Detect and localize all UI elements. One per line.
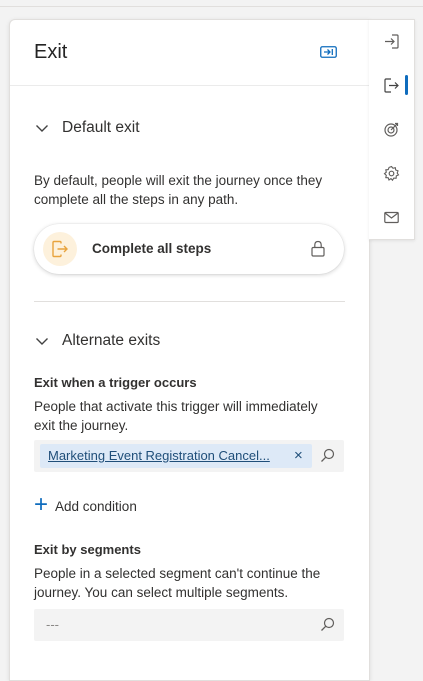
default-exit-heading: Default exit bbox=[62, 119, 140, 136]
collapse-panel-button[interactable] bbox=[317, 42, 339, 62]
segment-picker[interactable]: --- bbox=[34, 609, 344, 641]
complete-all-steps-card: Complete all steps bbox=[34, 224, 344, 274]
remove-tag-icon[interactable]: × bbox=[294, 447, 303, 464]
segments-label: Exit by segments bbox=[34, 542, 141, 557]
mail-icon bbox=[384, 211, 399, 223]
gear-icon bbox=[383, 165, 400, 181]
trigger-picker[interactable]: Marketing Event Registration Cancel... × bbox=[34, 440, 344, 472]
add-icon: + bbox=[34, 491, 49, 518]
chevron-down-icon bbox=[36, 125, 48, 132]
sign-out-icon bbox=[384, 77, 399, 93]
header-divider bbox=[10, 85, 369, 86]
step-label: Complete all steps bbox=[92, 241, 212, 256]
alternate-exits-section-toggle[interactable]: Alternate exits bbox=[34, 332, 160, 350]
default-exit-description: By default, people will exit the journey… bbox=[34, 173, 323, 207]
exit-panel: Exit Default exit By default, people wil… bbox=[9, 19, 370, 681]
sign-in-icon bbox=[385, 33, 399, 49]
top-bar bbox=[0, 0, 423, 7]
search-icon[interactable] bbox=[320, 448, 335, 463]
chevron-down-icon bbox=[36, 338, 48, 345]
section-divider bbox=[34, 301, 345, 302]
search-icon[interactable] bbox=[320, 617, 335, 632]
add-condition-button[interactable]: + Add condition bbox=[34, 491, 137, 518]
settings-button[interactable] bbox=[369, 155, 414, 191]
panel-title: Exit bbox=[34, 41, 68, 63]
entry-button[interactable] bbox=[369, 23, 414, 59]
exit-door-icon bbox=[52, 240, 68, 258]
segment-placeholder: --- bbox=[46, 617, 59, 632]
add-condition-label: Add condition bbox=[55, 498, 137, 514]
side-toolbar bbox=[369, 19, 415, 240]
trigger-label: Exit when a trigger occurs bbox=[34, 375, 197, 390]
selected-trigger-link[interactable]: Marketing Event Registration Cancel... bbox=[48, 448, 278, 463]
lock-icon bbox=[311, 240, 325, 257]
goal-target-icon bbox=[384, 122, 399, 137]
segments-description: People in a selected segment can't conti… bbox=[34, 566, 321, 600]
alternate-exits-heading: Alternate exits bbox=[62, 332, 161, 349]
step-icon-badge bbox=[43, 232, 77, 266]
trigger-description: People that activate this trigger will i… bbox=[34, 399, 318, 433]
selected-trigger-tag: Marketing Event Registration Cancel... × bbox=[40, 444, 312, 468]
message-button[interactable] bbox=[369, 199, 414, 235]
default-exit-section-toggle[interactable]: Default exit bbox=[34, 119, 140, 137]
goal-button[interactable] bbox=[369, 111, 414, 147]
collapse-panel-icon bbox=[319, 46, 337, 58]
exit-button[interactable] bbox=[369, 67, 414, 103]
